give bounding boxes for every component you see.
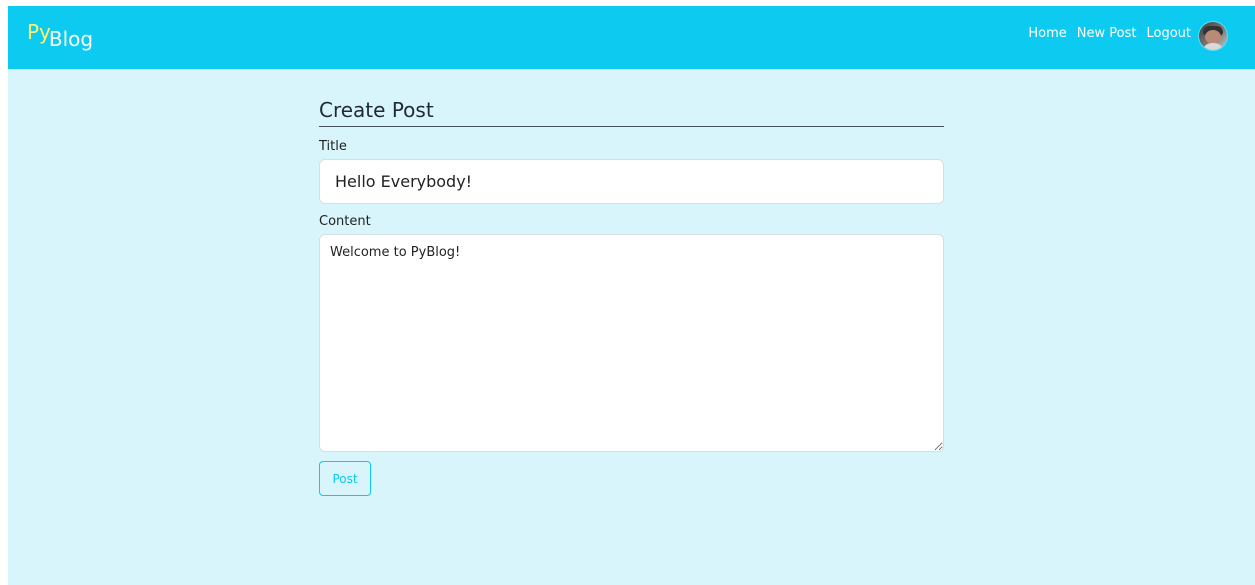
nav-links: Home New Post Logout (1028, 26, 1191, 42)
post-button[interactable]: Post (319, 461, 371, 496)
page-background: PyBlog Home New Post Logout Create Post … (8, 6, 1255, 585)
content-label: Content (319, 214, 371, 229)
page-title: Create Post (319, 98, 944, 127)
nav-home-link[interactable]: Home (1028, 26, 1066, 42)
user-avatar-icon[interactable] (1199, 22, 1227, 50)
title-input[interactable] (319, 159, 944, 204)
avatar-shirt (1202, 43, 1224, 50)
avatar-face (1205, 30, 1221, 44)
nav-logout-link[interactable]: Logout (1146, 26, 1191, 42)
nav-new-post-link[interactable]: New Post (1077, 26, 1137, 42)
brand-py-text: Py (27, 20, 51, 44)
title-label: Title (319, 139, 347, 154)
top-navbar: PyBlog Home New Post Logout (8, 6, 1255, 69)
create-post-form: Create Post Title Content Welcome to PyB… (319, 98, 944, 496)
brand-blog-text: Blog (48, 27, 94, 51)
brand-logo[interactable]: PyBlog (27, 20, 94, 52)
content-textarea[interactable]: Welcome to PyBlog! (319, 234, 944, 452)
